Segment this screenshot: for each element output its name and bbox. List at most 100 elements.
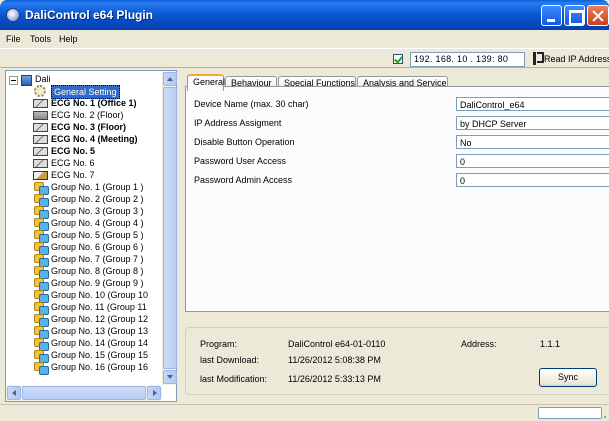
tree-item-ecg[interactable]: ECG No. 4 (Meeting) (6, 133, 162, 145)
ecg-warning-icon (33, 171, 48, 180)
tree-item-label: Group No. 7 (Group 7 ) (51, 254, 144, 264)
property-value-field[interactable]: by DHCP Server (456, 116, 609, 130)
tree-item-group[interactable]: Group No. 15 (Group 15 (6, 349, 162, 363)
scroll-right-icon[interactable] (147, 386, 161, 400)
tree-item-group[interactable]: Group No. 3 (Group 3 ) (6, 205, 162, 219)
address-value: 1.1.1 (540, 339, 561, 349)
horizontal-scroll-thumb[interactable] (22, 386, 146, 400)
tree-item-group[interactable]: Group No. 7 (Group 7 ) (6, 253, 162, 267)
tree-item-group[interactable]: Group No. 12 (Group 12 (6, 313, 162, 327)
tree-item-label: Group No. 1 (Group 1 ) (51, 182, 144, 192)
property-value-field[interactable]: 0 (456, 154, 609, 168)
tree-item-group[interactable]: Group No. 10 (Group 10 (6, 289, 162, 303)
scroll-left-icon[interactable] (7, 386, 21, 400)
scroll-down-icon[interactable] (163, 370, 177, 384)
group-icon (34, 182, 49, 195)
read-ip-icon (533, 52, 544, 65)
sync-button[interactable]: Sync (539, 368, 597, 387)
tree-item-label: Group No. 15 (Group 15 (51, 350, 149, 360)
tree-item-group[interactable]: Group No. 1 (Group 1 ) (6, 181, 162, 195)
tree-item-group[interactable]: Group No. 9 (Group 9 ) (6, 277, 162, 291)
minimize-button[interactable] (541, 5, 562, 26)
tree-item-group[interactable]: Group No. 4 (Group 4 ) (6, 217, 162, 231)
tree-item-label: Group No. 6 (Group 6 ) (51, 242, 144, 252)
tree-item-ecg[interactable]: ECG No. 1 (Office 1) (6, 97, 162, 109)
group-icon (34, 266, 49, 279)
program-value: DaliControl e64-01-0110 (288, 339, 386, 349)
tree-item-group[interactable]: Group No. 2 (Group 2 ) (6, 193, 162, 207)
window-title: DaliControl e64 Plugin (25, 8, 154, 22)
tree-item-label: Group No. 10 (Group 10 (51, 290, 149, 300)
tree-item-label: Group No. 13 (Group 13 (51, 326, 149, 336)
property-label: Password Admin Access (194, 175, 293, 185)
tree-item-label: Group No. 16 (Group 16 (51, 362, 149, 372)
group-icon (34, 218, 49, 231)
tree-item-group[interactable]: Group No. 11 (Group 11 (6, 301, 162, 315)
last-download-label: last Download: (200, 355, 260, 365)
property-value-field[interactable]: DaliControl_e64 (456, 97, 609, 111)
scroll-up-icon[interactable] (163, 72, 177, 86)
tree-item-group[interactable]: Group No. 5 (Group 5 ) (6, 229, 162, 243)
property-value-field[interactable]: No (456, 135, 609, 149)
property-label: Disable Button Operation (194, 137, 295, 147)
ecg-icon (33, 135, 48, 144)
tree-item-label: Group No. 9 (Group 9 ) (51, 278, 144, 288)
tree-vertical-scrollbar[interactable] (162, 71, 177, 385)
tree-item-ecg[interactable]: ECG No. 6 (6, 157, 162, 169)
menu-file[interactable]: File (6, 34, 21, 44)
general-settings-panel: Device Name (max. 30 char) DaliControl_e6… (185, 86, 609, 312)
group-icon (34, 206, 49, 219)
property-label: IP Address Assigment (194, 118, 282, 128)
property-value-field[interactable]: 0 (456, 173, 609, 187)
close-button[interactable] (587, 5, 609, 26)
tree-item-label: ECG No. 6 (51, 158, 95, 168)
group-icon (34, 314, 49, 327)
device-tree: Dali General Setting ECG No. 1 (Office 1)… (5, 70, 177, 402)
collapse-icon[interactable] (9, 76, 18, 85)
title-bar[interactable]: DaliControl e64 Plugin (0, 0, 609, 30)
resize-grip-icon[interactable] (603, 415, 607, 419)
tree-item-label: Group No. 8 (Group 8 ) (51, 266, 144, 276)
maximize-button[interactable] (564, 5, 585, 26)
tree-item-label: ECG No. 1 (Office 1) (51, 98, 137, 108)
group-icon (34, 326, 49, 339)
tree-item-label: Group No. 2 (Group 2 ) (51, 194, 144, 204)
menu-tools[interactable]: Tools (30, 34, 51, 44)
tree-item-label: Group No. 4 (Group 4 ) (51, 218, 144, 228)
tree-item-label: ECG No. 7 (51, 170, 95, 180)
tree-item-ecg[interactable]: ECG No. 5 (6, 145, 162, 157)
tree-item-ecg[interactable]: ECG No. 3 (Floor) (6, 121, 162, 133)
tree-item-group[interactable]: Group No. 16 (Group 16 (6, 361, 162, 375)
read-ip-label: Read IP Address (544, 54, 609, 64)
tree-item-label: ECG No. 5 (51, 146, 96, 156)
tree-item-general-setting[interactable]: General Setting (6, 85, 162, 99)
tree-item-group[interactable]: Group No. 14 (Group 14 (6, 337, 162, 351)
tree-item-group[interactable]: Group No. 8 (Group 8 ) (6, 265, 162, 279)
ip-enable-checkbox[interactable] (393, 54, 403, 64)
tree-item-label: ECG No. 2 (Floor) (51, 110, 124, 120)
menu-help[interactable]: Help (59, 34, 78, 44)
tree-item-label: Group No. 11 (Group 11 (51, 302, 147, 312)
app-icon (6, 8, 20, 22)
ecg-icon (33, 147, 48, 156)
tab-general[interactable]: General (187, 74, 225, 91)
tree-item-ecg[interactable]: ECG No. 7 (6, 169, 162, 181)
group-icon (34, 278, 49, 291)
read-ip-address-button[interactable]: Read IP Address (533, 52, 609, 67)
group-icon (34, 254, 49, 267)
scroll-thumb[interactable] (163, 87, 177, 369)
tree-item-group[interactable]: Group No. 13 (Group 13 (6, 325, 162, 339)
ecg-icon (33, 99, 48, 108)
ecg-icon (33, 123, 48, 132)
ip-address-input[interactable]: 192. 168. 10 . 139: 80 (410, 52, 525, 67)
group-icon (34, 230, 49, 243)
ecg-icon (33, 159, 48, 168)
tree-horizontal-scrollbar[interactable] (6, 385, 162, 401)
tree-item-group[interactable]: Group No. 6 (Group 6 ) (6, 241, 162, 255)
device-info-panel: Program: DaliControl e64-01-0110 Address… (185, 327, 609, 395)
status-bar (0, 404, 609, 421)
group-icon (34, 242, 49, 255)
tree-item-ecg[interactable]: ECG No. 2 (Floor) (6, 109, 162, 121)
tree-root-dali[interactable]: Dali (6, 72, 156, 86)
tree-item-label: ECG No. 3 (Floor) (51, 122, 126, 132)
